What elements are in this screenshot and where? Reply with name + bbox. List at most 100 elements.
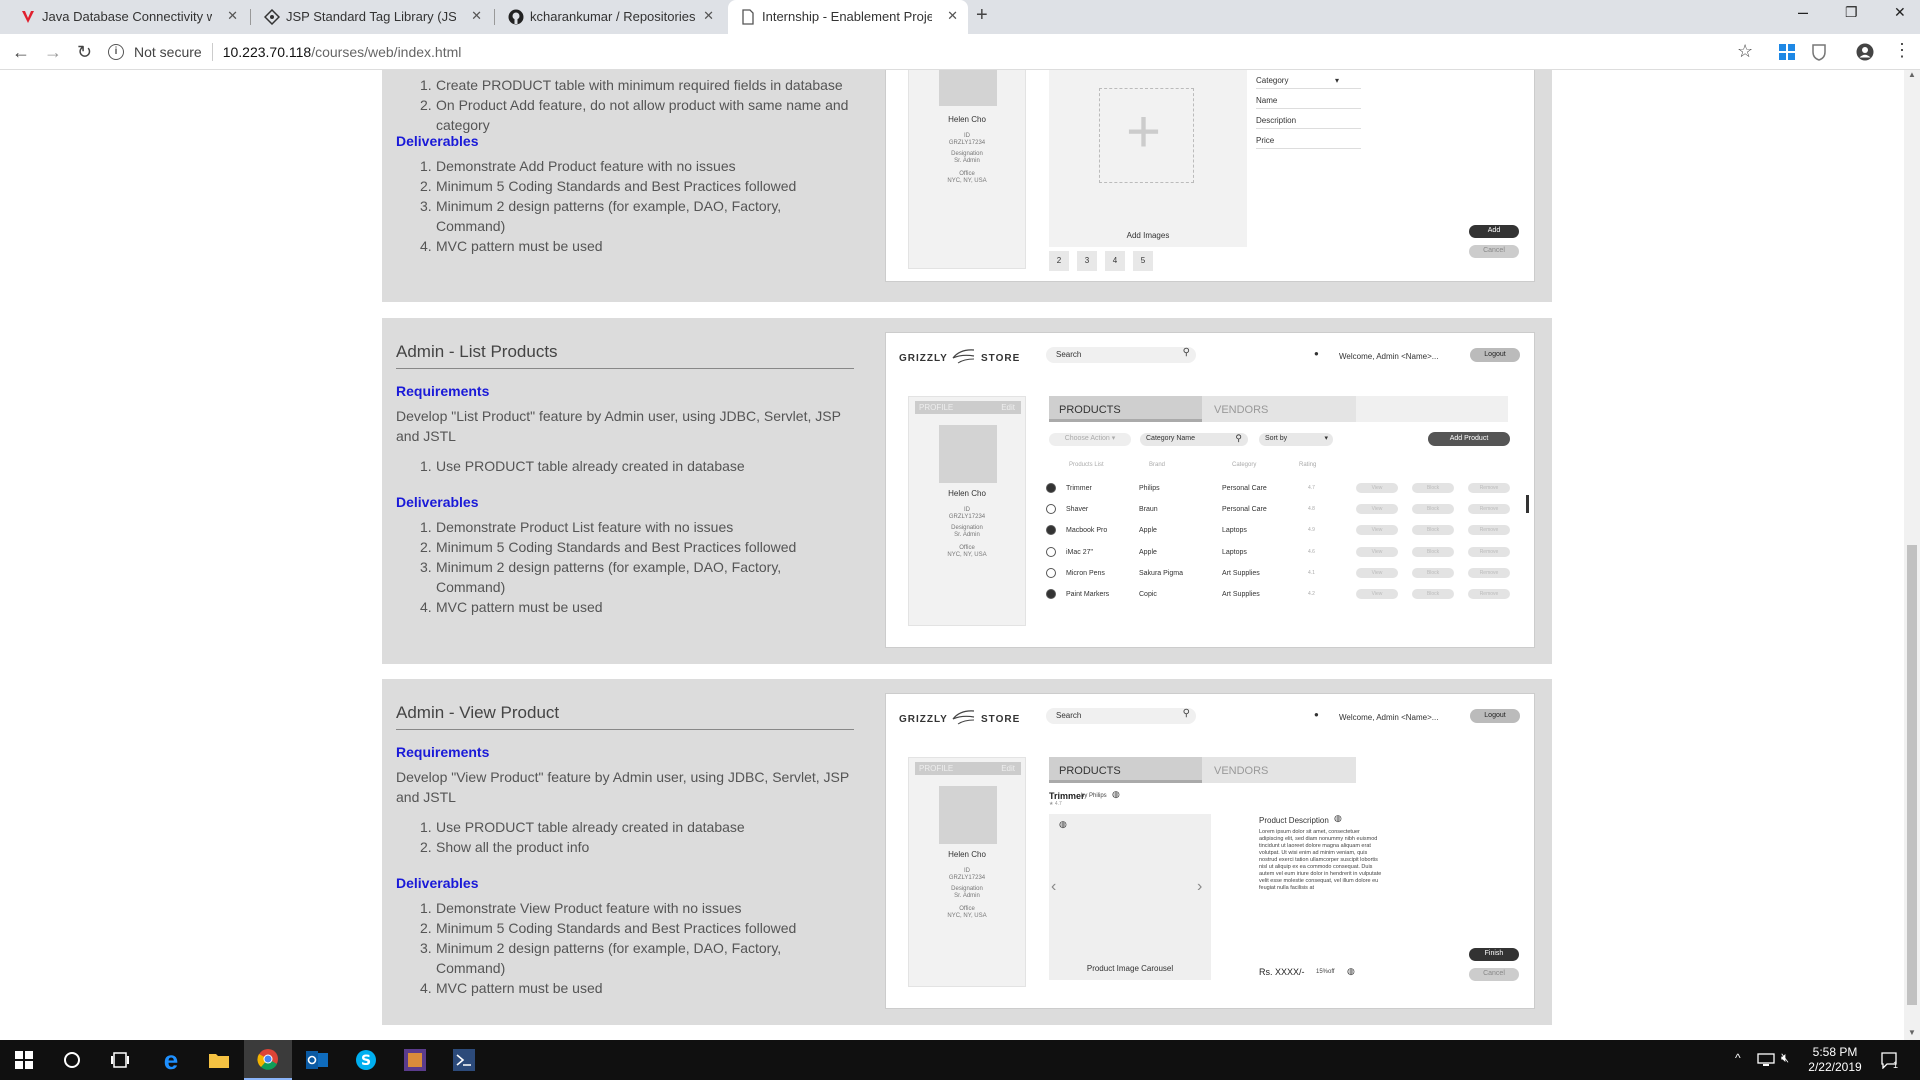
- remove-button[interactable]: Remove: [1468, 504, 1510, 515]
- close-tab-icon[interactable]: ✕: [703, 8, 714, 24]
- thumbnail[interactable]: 5: [1133, 251, 1153, 271]
- table-row[interactable]: Micron Pens Sakura Pigma Art Supplies 4.1 Vi…: [1046, 564, 1516, 584]
- block-button[interactable]: Block: [1412, 546, 1454, 557]
- logout-button[interactable]: Logout: [1470, 709, 1520, 723]
- edit-icon[interactable]: ◍: [1334, 813, 1342, 824]
- settings-icon[interactable]: ●: [1314, 349, 1319, 358]
- cortana-search-icon[interactable]: [48, 1040, 96, 1080]
- chevron-left-icon[interactable]: ‹: [1051, 878, 1056, 896]
- table-row[interactable]: Macbook Pro Apple Laptops 4.9 View Block Remov…: [1046, 521, 1516, 541]
- browser-tab-github[interactable]: kcharankumar / Repositories ✕: [496, 0, 724, 34]
- back-icon[interactable]: ←: [12, 42, 30, 63]
- chevron-up-icon[interactable]: ^: [1735, 1051, 1741, 1065]
- info-icon[interactable]: i: [108, 44, 124, 60]
- row-checkbox[interactable]: [1046, 525, 1056, 536]
- table-row[interactable]: Shaver Braun Personal Care 4.8 View Block Remo…: [1046, 500, 1516, 520]
- product-image-carousel[interactable]: ◍ ‹ › Product Image Carousel: [1049, 814, 1211, 980]
- block-button[interactable]: Block: [1412, 589, 1454, 599]
- view-button[interactable]: View: [1356, 567, 1398, 578]
- browser-tab-jdbc[interactable]: Java Database Connectivity with ✕: [8, 0, 248, 34]
- outlook-icon[interactable]: [293, 1040, 341, 1080]
- restore-icon[interactable]: ❐: [1845, 4, 1858, 21]
- name-field[interactable]: Name: [1256, 96, 1361, 109]
- remove-button[interactable]: Remove: [1468, 546, 1510, 557]
- close-tab-icon[interactable]: ✕: [227, 8, 238, 24]
- edit-icon[interactable]: ◍: [1112, 789, 1120, 800]
- table-row[interactable]: Paint Markers Copic Art Supplies 4.2 View Blo…: [1046, 585, 1516, 605]
- close-tab-icon[interactable]: ✕: [471, 8, 482, 24]
- cancel-button[interactable]: Cancel: [1469, 968, 1519, 981]
- close-window-icon[interactable]: ✕: [1894, 4, 1906, 21]
- view-button[interactable]: View: [1356, 589, 1398, 599]
- row-checkbox[interactable]: [1046, 589, 1056, 599]
- view-button[interactable]: View: [1356, 504, 1398, 515]
- finish-button[interactable]: Finish: [1469, 948, 1519, 961]
- edit-icon[interactable]: ◍: [1347, 966, 1355, 977]
- table-row[interactable]: iMac 27" Apple Laptops 4.6 View Block Remove: [1046, 543, 1516, 563]
- network-icon[interactable]: [1757, 1053, 1775, 1067]
- minimize-icon[interactable]: –: [1798, 2, 1808, 23]
- sort-by-select[interactable]: Sort by ▾: [1259, 433, 1333, 446]
- edit-icon[interactable]: ◍: [1059, 819, 1067, 830]
- browser-tab-internship[interactable]: Internship - Enablement Project ✕: [728, 0, 968, 34]
- file-explorer-icon[interactable]: [195, 1040, 243, 1080]
- new-tab-icon[interactable]: +: [976, 4, 988, 27]
- tab-products[interactable]: PRODUCTS: [1049, 396, 1202, 422]
- row-checkbox[interactable]: [1046, 483, 1056, 493]
- chrome-icon[interactable]: [244, 1040, 292, 1080]
- close-tab-icon[interactable]: ✕: [947, 8, 958, 24]
- table-scrollbar[interactable]: [1526, 495, 1529, 513]
- account-icon[interactable]: [1856, 43, 1874, 61]
- settings-icon[interactable]: ●: [1314, 710, 1319, 719]
- remove-button[interactable]: Remove: [1468, 589, 1510, 599]
- add-button[interactable]: Add: [1469, 225, 1519, 238]
- volume-muted-icon[interactable]: 🔇︎: [1781, 1050, 1789, 1066]
- bookmark-star-icon[interactable]: ☆: [1737, 41, 1753, 62]
- row-checkbox[interactable]: [1046, 567, 1056, 578]
- url-field[interactable]: i Not secure 10.223.70.118 /courses/web/…: [108, 39, 1758, 65]
- remove-button[interactable]: Remove: [1468, 567, 1510, 578]
- scroll-down-icon[interactable]: ▼: [1908, 1028, 1916, 1037]
- remove-button[interactable]: Remove: [1468, 525, 1510, 536]
- upload-dropzone[interactable]: +: [1099, 88, 1194, 183]
- chevron-right-icon[interactable]: ›: [1197, 878, 1202, 896]
- tab-vendors[interactable]: VENDORS: [1214, 396, 1268, 424]
- windows-extension-icon[interactable]: [1778, 43, 1796, 61]
- cancel-button[interactable]: Cancel: [1469, 245, 1519, 258]
- windows-start-icon[interactable]: [0, 1040, 48, 1080]
- image-upload-area[interactable]: + Add Images: [1049, 70, 1247, 247]
- block-button[interactable]: Block: [1412, 525, 1454, 536]
- description-field[interactable]: Description: [1256, 116, 1361, 129]
- block-button[interactable]: Block: [1412, 567, 1454, 578]
- tab-vendors[interactable]: VENDORS: [1214, 757, 1268, 785]
- remove-button[interactable]: Remove: [1468, 483, 1510, 493]
- category-name-filter[interactable]: Category Name ⚲: [1140, 433, 1248, 446]
- choose-action-select[interactable]: Choose Action ▾: [1049, 433, 1131, 446]
- category-select[interactable]: Category ▾: [1256, 76, 1361, 89]
- task-view-icon[interactable]: [96, 1040, 144, 1080]
- table-row[interactable]: Trimmer Philips Personal Care 4.7 View Block R…: [1046, 479, 1516, 499]
- search-input[interactable]: Search ⚲: [1046, 347, 1196, 363]
- view-button[interactable]: View: [1356, 525, 1398, 536]
- row-checkbox[interactable]: [1046, 546, 1056, 557]
- block-button[interactable]: Block: [1412, 504, 1454, 515]
- block-button[interactable]: Block: [1412, 483, 1454, 493]
- taskbar-clock[interactable]: 5:58 PM 2/22/2019: [1800, 1045, 1870, 1075]
- thumbnail[interactable]: 3: [1077, 251, 1097, 271]
- add-product-button[interactable]: Add Product: [1428, 432, 1510, 446]
- forward-icon[interactable]: →: [44, 42, 62, 63]
- row-checkbox[interactable]: [1046, 504, 1056, 515]
- visual-studio-icon[interactable]: [440, 1040, 488, 1080]
- shield-extension-icon[interactable]: [1810, 43, 1828, 61]
- scrollbar-thumb[interactable]: [1907, 545, 1917, 1005]
- reload-icon[interactable]: ↻: [77, 42, 92, 63]
- view-button[interactable]: View: [1356, 483, 1398, 493]
- app-icon[interactable]: [391, 1040, 439, 1080]
- thumbnail[interactable]: 2: [1049, 251, 1069, 271]
- search-input[interactable]: Search ⚲: [1046, 708, 1196, 724]
- skype-icon[interactable]: S: [342, 1040, 390, 1080]
- tab-products[interactable]: PRODUCTS: [1049, 757, 1202, 783]
- browser-tab-jstl[interactable]: JSP Standard Tag Library (JSTL) T ✕: [252, 0, 492, 34]
- thumbnail[interactable]: 4: [1105, 251, 1125, 271]
- logout-button[interactable]: Logout: [1470, 348, 1520, 362]
